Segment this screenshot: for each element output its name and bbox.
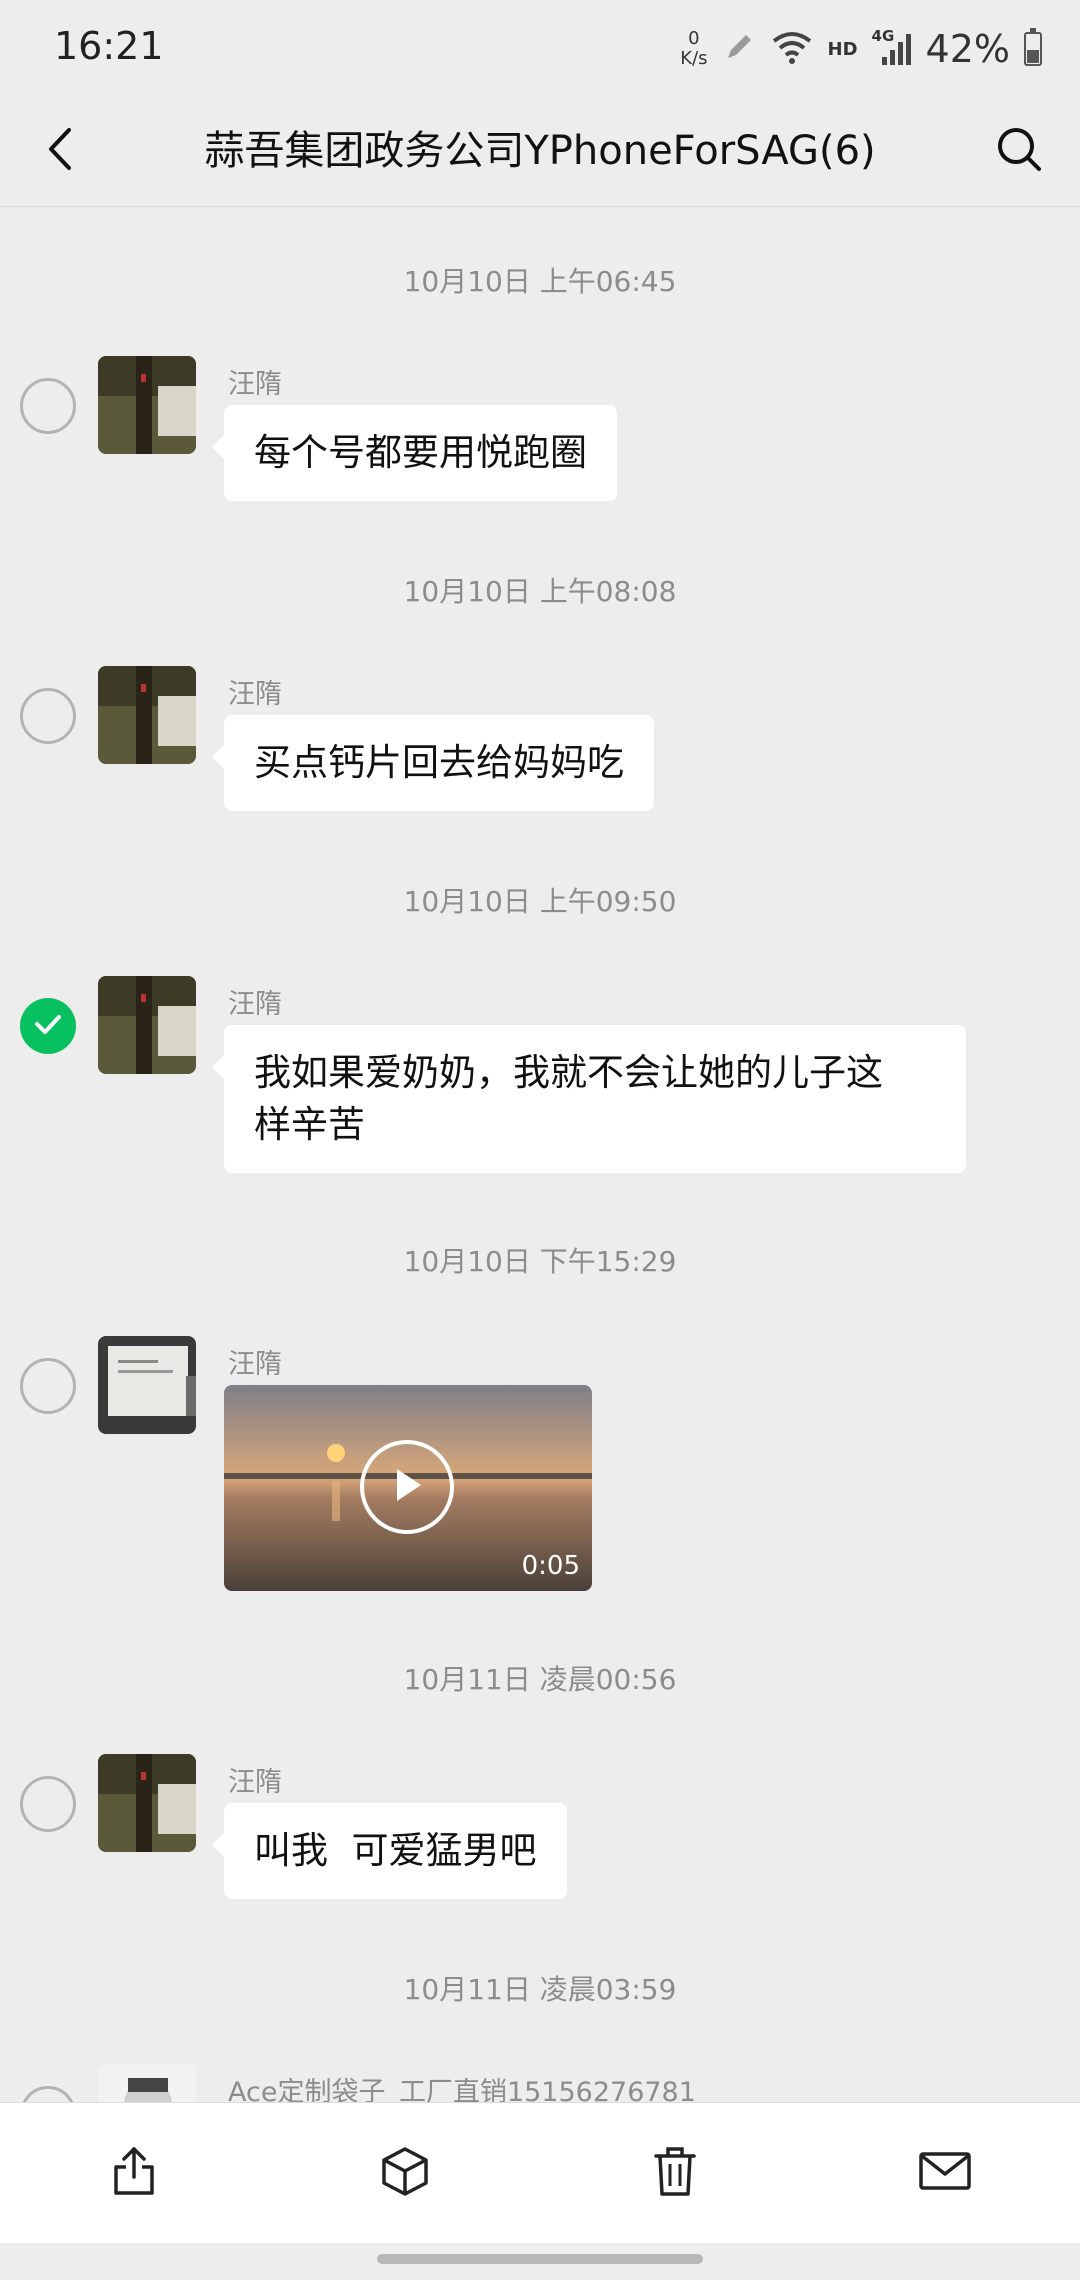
select-checkbox[interactable]	[20, 1776, 76, 1832]
select-checkbox[interactable]	[20, 2086, 76, 2102]
message-bubble[interactable]: 我如果爱奶奶，我就不会让她的儿子这 样辛苦	[212, 1025, 966, 1173]
message-timestamp: 10月10日 上午09:50	[403, 885, 677, 918]
play-button[interactable]	[360, 1440, 454, 1534]
status-time: 16:21	[54, 24, 164, 68]
checkmark-icon	[31, 1007, 65, 1045]
forward-button[interactable]	[104, 2143, 164, 2203]
avatar[interactable]	[98, 1336, 196, 1434]
video-thumbnail[interactable]: 0:05	[224, 1385, 592, 1591]
message-timestamp: 10月10日 上午06:45	[403, 265, 677, 298]
message-bubble[interactable]: 每个号都要用悦跑圈	[212, 405, 617, 501]
status-bar: 16:21 0 K/s HD 4G 42%	[0, 0, 1080, 96]
multiselect-toolbar	[0, 2102, 1080, 2243]
sender-name: 汪隋	[228, 989, 282, 1020]
chat-header: 蒜吾集团政务公司YPhoneForSAG(6)	[0, 96, 1080, 207]
trash-icon	[652, 2144, 698, 2202]
delete-button[interactable]	[645, 2143, 705, 2203]
select-checkbox-checked[interactable]	[20, 998, 76, 1054]
message-timestamp: 10月11日 凌晨03:59	[403, 1973, 677, 2006]
network-speed-unit: K/s	[680, 48, 708, 69]
back-button[interactable]	[30, 120, 92, 182]
message-timestamp: 10月10日 下午15:29	[403, 1245, 677, 1278]
sender-name: Ace定制袋子_工厂直销15156276781	[228, 2077, 696, 2102]
sender-name: 汪隋	[228, 1767, 282, 1798]
avatar[interactable]	[98, 666, 196, 764]
message-bubble[interactable]: 买点钙片回去给妈妈吃	[212, 715, 654, 811]
message-bubble[interactable]: 叫我 可爱猛男吧	[212, 1803, 567, 1899]
cell-signal-icon: 4G	[872, 27, 912, 67]
sender-name: 汪隋	[228, 679, 282, 710]
chevron-left-icon	[41, 126, 81, 176]
sender-name: 汪隋	[228, 369, 282, 400]
play-icon	[389, 1465, 425, 1509]
avatar[interactable]	[98, 1754, 196, 1852]
battery-icon	[1024, 28, 1042, 66]
avatar[interactable]	[98, 976, 196, 1074]
search-button[interactable]	[988, 120, 1050, 182]
sender-name: 汪隋	[228, 1349, 282, 1380]
battery-percent: 42%	[925, 27, 1010, 71]
message-list[interactable]: 10月10日 上午06:45 汪隋 每个号都要用悦跑圈 10月10日 上午08:…	[0, 206, 1080, 2102]
message-timestamp: 10月11日 凌晨00:56	[403, 1663, 677, 1696]
email-button[interactable]	[915, 2143, 975, 2203]
avatar[interactable]	[98, 2064, 196, 2102]
search-icon	[995, 125, 1043, 177]
hd-indicator: HD	[827, 38, 858, 60]
wifi-icon	[770, 29, 814, 69]
network-speed: 0 K/s	[680, 29, 707, 69]
select-checkbox[interactable]	[20, 688, 76, 744]
status-icons: 0 K/s HD 4G 42%	[680, 22, 1042, 76]
favorite-box-icon	[380, 2145, 430, 2201]
share-icon	[110, 2145, 158, 2201]
network-speed-value: 0	[688, 28, 700, 49]
select-checkbox[interactable]	[20, 378, 76, 434]
avatar[interactable]	[98, 356, 196, 454]
message-text-line: 样辛苦	[254, 1103, 365, 1146]
message-timestamp: 10月10日 上午08:08	[403, 575, 677, 608]
chat-title: 蒜吾集团政务公司YPhoneForSAG(6)	[204, 128, 876, 174]
video-duration: 0:05	[521, 1551, 580, 1581]
message-text-line: 我如果爱奶奶，我就不会让她的儿子这	[254, 1051, 883, 1094]
select-checkbox[interactable]	[20, 1358, 76, 1414]
pencil-icon	[722, 30, 756, 68]
home-indicator[interactable]	[377, 2254, 703, 2264]
mail-icon	[918, 2150, 972, 2196]
favorite-button[interactable]	[375, 2143, 435, 2203]
chat-multiselect-screen: 16:21 0 K/s HD 4G 42% 蒜吾集团政务公司YPhoneForS…	[0, 0, 1080, 2280]
